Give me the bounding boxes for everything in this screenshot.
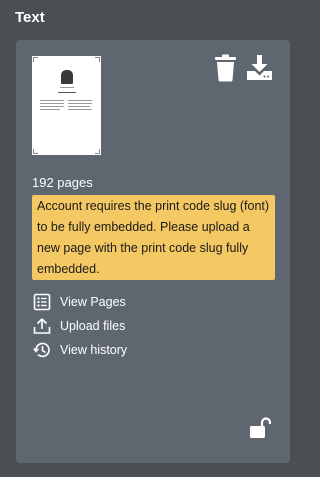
page-count: 192 pages: [32, 175, 93, 190]
upload-files-label: Upload files: [60, 319, 126, 333]
view-pages-link[interactable]: View Pages: [33, 292, 126, 312]
view-history-label: View history: [60, 343, 128, 357]
document-card: 192 pages Account requires the print cod…: [16, 40, 290, 463]
download-icon[interactable]: [246, 54, 273, 81]
page-thumbnail[interactable]: [32, 56, 101, 155]
view-pages-label: View Pages: [60, 295, 126, 309]
list-icon: [33, 293, 51, 311]
trash-icon[interactable]: [213, 54, 238, 82]
upload-icon: [33, 317, 51, 335]
view-history-link[interactable]: View history: [33, 340, 127, 360]
warning-message: Account requires the print code slug (fo…: [32, 195, 275, 280]
panel-title: Text: [15, 9, 45, 26]
upload-files-link[interactable]: Upload files: [33, 316, 125, 336]
history-icon: [33, 341, 51, 359]
unlock-icon[interactable]: [249, 417, 272, 439]
